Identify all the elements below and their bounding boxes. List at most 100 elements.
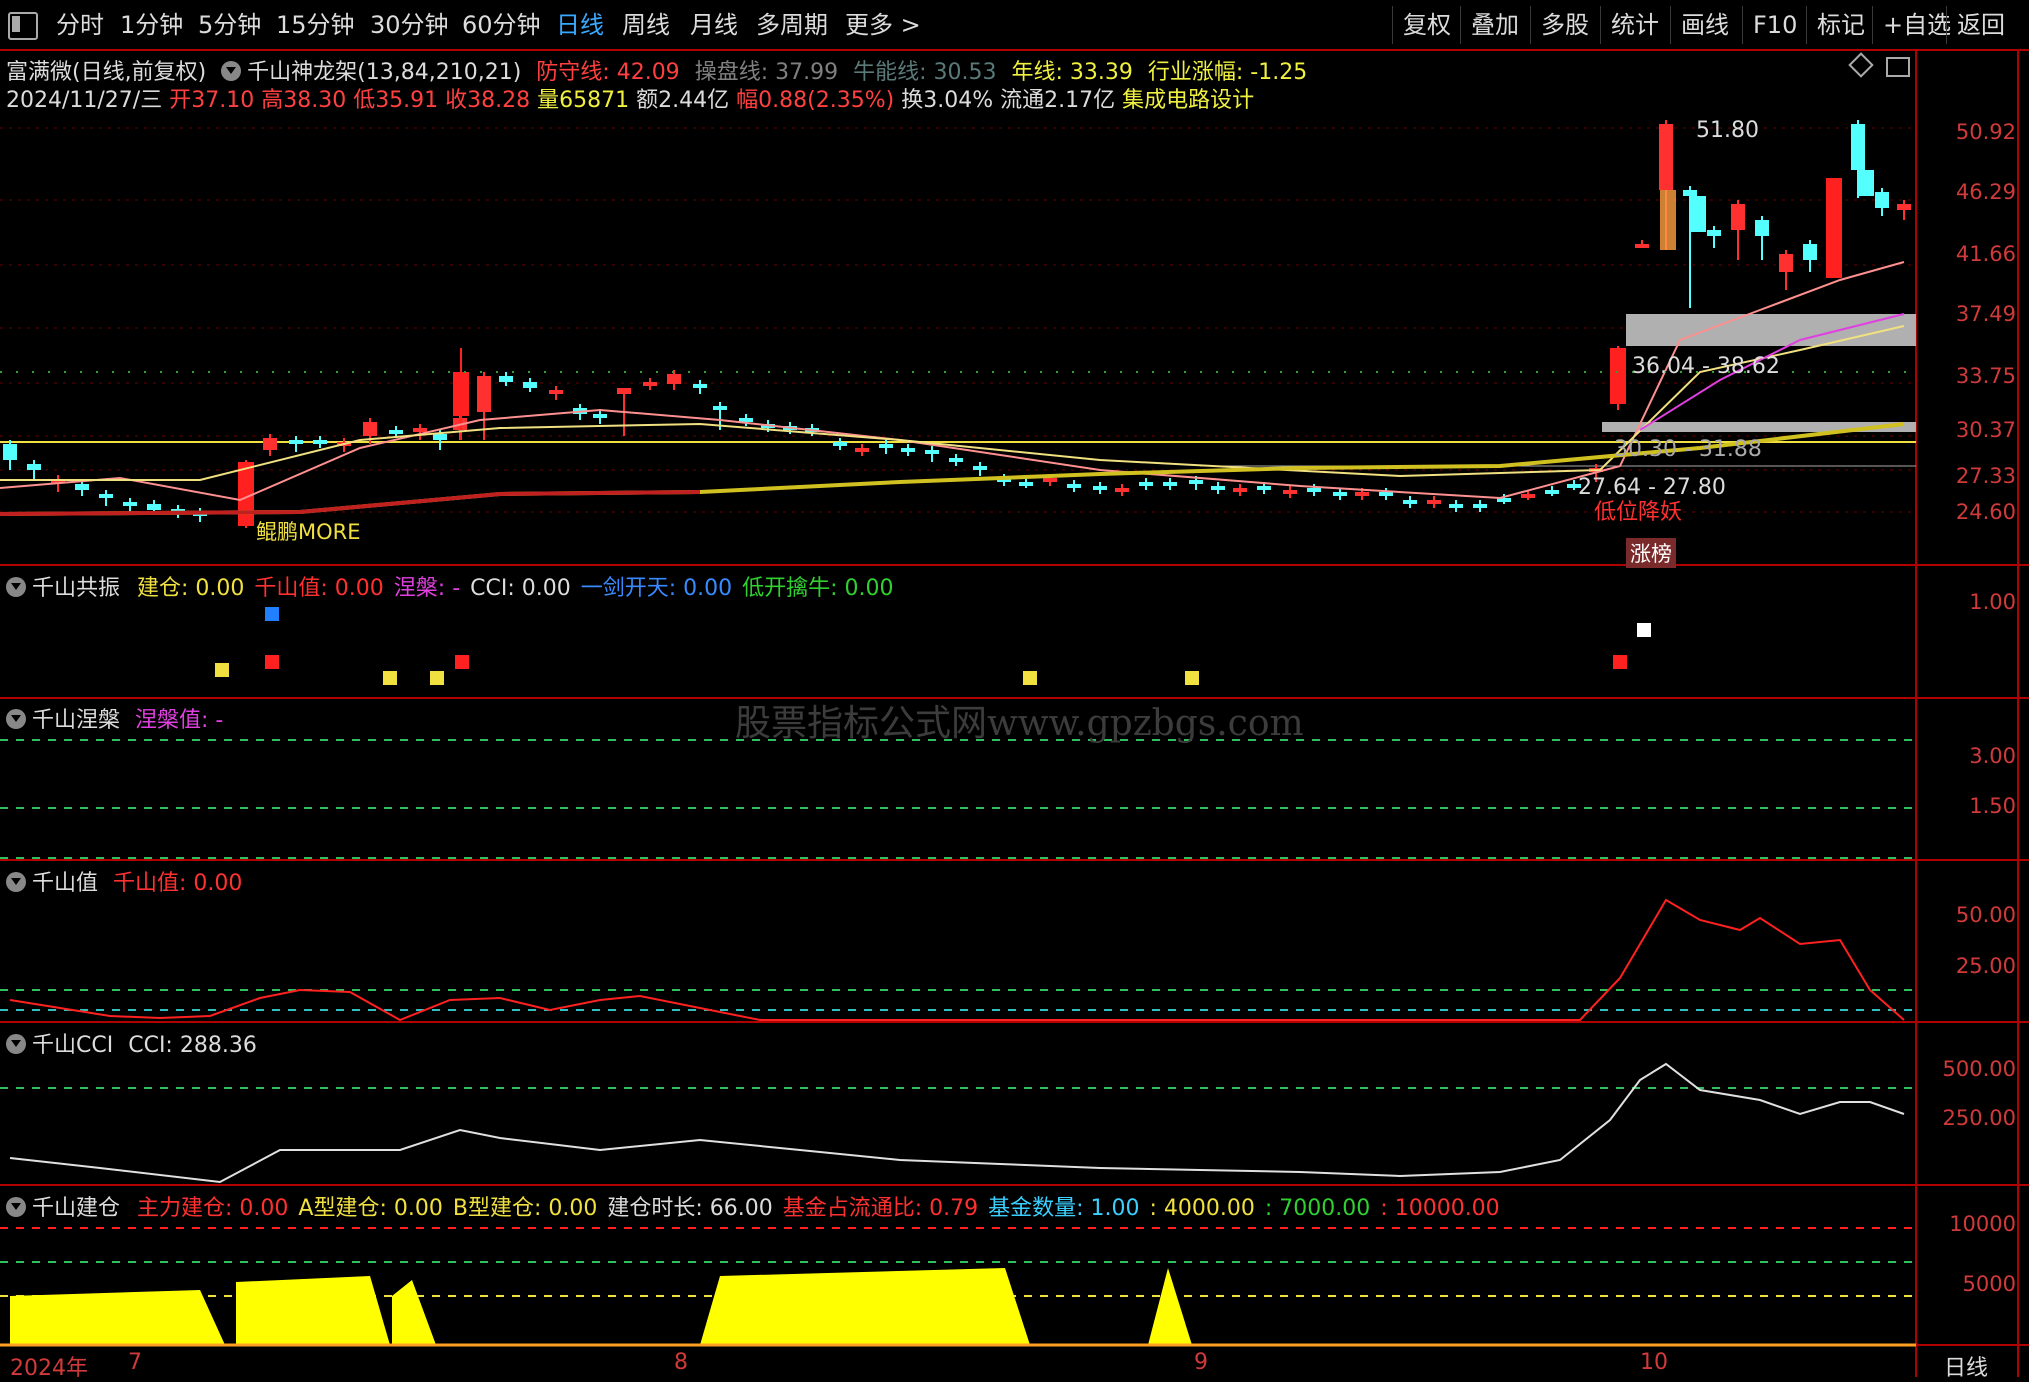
price-axis-label: 46.29: [1955, 180, 2016, 204]
candle-body: [27, 464, 41, 470]
left-signal-label: 鲲鹏MORE: [256, 520, 361, 544]
pane-build-header: 千山建仓 主力建仓: 0.00 A型建仓: 0.00 B型建仓: 0.00 建仓时长:…: [6, 1190, 1500, 1222]
signal-marker: [265, 655, 279, 669]
limit-up-badge: 涨榜: [1626, 538, 1676, 568]
price-axis-label: 41.66: [1955, 242, 2016, 266]
zone1-label: 36.04 - 38.62: [1632, 354, 1780, 379]
pane-resonance-title: 千山共振: [32, 576, 121, 601]
candle-body: [949, 458, 963, 462]
pane1-axis-1: 1.00: [1969, 590, 2016, 614]
candle-body: [1659, 124, 1673, 190]
nirvana-value: 涅槃值: -: [135, 708, 224, 733]
pane-value-4: 基金占流通比: 0.79: [782, 1196, 979, 1221]
candle-body-big: [1826, 178, 1842, 278]
candle-body: [1521, 494, 1535, 498]
candle-body: [643, 382, 657, 386]
candle-body: [389, 430, 403, 434]
price-axis-label: 33.75: [1955, 364, 2016, 388]
candle-body: [1897, 204, 1911, 210]
candle-body: [263, 438, 277, 450]
xaxis-month-9: 9: [1194, 1350, 1208, 1375]
pane-value-2: B型建仓: 0.00: [452, 1196, 598, 1221]
candle-body: [3, 444, 17, 460]
candle-body-big: [1858, 170, 1874, 196]
pane-qianshan-title: 千山值: [32, 871, 99, 896]
candle-body: [1257, 486, 1271, 490]
candle-body-big: [1690, 196, 1706, 232]
pane-menu-icon[interactable]: [6, 872, 26, 892]
pane4-axis-1: 500.00: [1942, 1057, 2016, 1081]
pane-value-3: 建仓时长: 66.00: [607, 1196, 773, 1221]
candle-body: [523, 382, 537, 388]
cci-value: CCI: 288.36: [128, 1033, 257, 1058]
pane3-axis-1: 50.00: [1955, 903, 2016, 927]
candle-body: [433, 434, 447, 440]
watermark: 股票指标公式网www.gpzbgs.com: [735, 703, 1304, 744]
signal-marker: [1023, 671, 1037, 685]
candle-body: [1803, 244, 1817, 260]
pane-nirvana-title: 千山涅槃: [32, 708, 121, 733]
pane-menu-icon[interactable]: [6, 577, 26, 597]
pane2-axis-1: 3.00: [1969, 744, 2016, 768]
candle-body: [1067, 484, 1081, 488]
candle-body: [667, 374, 681, 384]
pane-value-0: 主力建仓: 0.00: [137, 1196, 289, 1221]
candle-body: [1233, 488, 1247, 492]
low-signal-label: 低位降妖: [1594, 500, 1683, 525]
candle-body: [879, 444, 893, 448]
candle-body: [1019, 482, 1033, 486]
pane5-axis-1: 10000: [1949, 1212, 2016, 1236]
pane-value-2: 涅槃: -: [393, 576, 461, 601]
candle-body: [1683, 190, 1697, 196]
kline-chart[interactable]: [0, 0, 2029, 1377]
pane-value-4: 一剑开天: 0.00: [580, 576, 733, 601]
signal-marker: [265, 607, 279, 621]
qianshan-value: 千山值: 0.00: [113, 871, 243, 896]
xaxis-month-10: 10: [1640, 1350, 1668, 1375]
candle-body: [363, 422, 377, 436]
candle-body-big: [1610, 348, 1626, 404]
pane-nirvana-header: 千山涅槃 涅槃值: -: [6, 702, 223, 734]
price-axis-label: 37.49: [1955, 302, 2016, 326]
build-area: [700, 1268, 1030, 1345]
xaxis-year: 2024年: [10, 1356, 88, 1381]
pane-value-1: A型建仓: 0.00: [298, 1196, 443, 1221]
price-axis-label: 27.33: [1955, 464, 2016, 488]
signal-marker: [215, 663, 229, 677]
cci-line: [9, 1062, 1905, 1184]
pane-value-5: 基金数量: 1.00: [988, 1196, 1140, 1221]
xaxis-month-8: 8: [674, 1350, 688, 1375]
pane-qianshan-header: 千山值 千山值: 0.00: [6, 865, 242, 897]
candle-body: [1779, 254, 1793, 272]
pane-value-6: : 4000.00: [1149, 1196, 1255, 1221]
candle-body: [1093, 486, 1107, 490]
pane5-axis-2: 5000: [1962, 1272, 2016, 1296]
build-area: [392, 1280, 436, 1345]
candle-body: [1355, 492, 1369, 496]
pane2-axis-2: 1.50: [1969, 794, 2016, 818]
pane-menu-icon[interactable]: [6, 1197, 26, 1217]
pane-value-8: : 10000.00: [1380, 1196, 1500, 1221]
candle-body: [1635, 244, 1649, 248]
candle-body: [1449, 504, 1463, 508]
pane-menu-icon[interactable]: [6, 709, 26, 729]
candle-body: [549, 390, 563, 394]
candle-body: [413, 428, 427, 432]
candle-body: [1707, 230, 1721, 236]
pane-cci-header: 千山CCI CCI: 288.36: [6, 1027, 257, 1059]
pane-value-5: 低开擒牛: 0.00: [742, 576, 894, 601]
candle-body: [289, 440, 303, 444]
pane-value-1: 千山值: 0.00: [254, 576, 384, 601]
pane-menu-icon[interactable]: [6, 1034, 26, 1054]
candle-body: [147, 504, 161, 510]
candle-body: [1379, 492, 1393, 496]
build-area: [236, 1276, 390, 1345]
candle-body: [1755, 220, 1769, 236]
candle-body: [1473, 504, 1487, 508]
price-axis-label: 24.60: [1955, 500, 2016, 524]
candle-body: [617, 388, 631, 394]
candle-body: [1211, 486, 1225, 490]
candle-body: [901, 448, 915, 452]
price-axis-label: 30.37: [1955, 418, 2016, 442]
pane-value-0: 建仓: 0.00: [137, 576, 245, 601]
